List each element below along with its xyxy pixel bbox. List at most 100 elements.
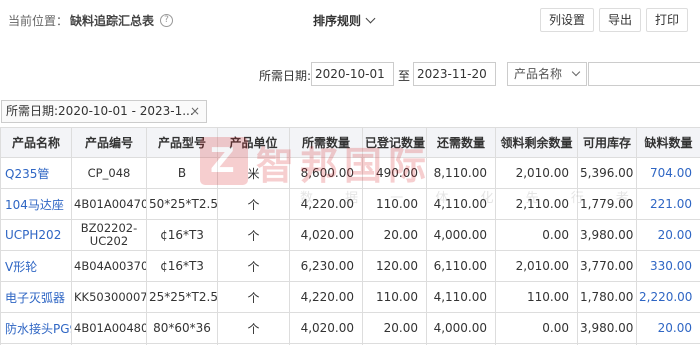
product-model: 80*60*36 <box>146 312 218 344</box>
picking-left-qty: 0.00 <box>495 219 578 251</box>
date-range-separator: 至 <box>398 69 411 83</box>
active-filter-text: 所需日期:2020-10-01 - 2023-1... <box>6 104 194 118</box>
product-unit: 个 <box>217 250 290 282</box>
registered-qty: 490.00 <box>362 157 427 189</box>
required-qty: 4,020.00 <box>289 219 363 251</box>
shortage-qty-link[interactable]: 704.00 <box>636 157 700 189</box>
remaining-qty: 4,110.00 <box>426 188 496 220</box>
table-row: UCPH202 BZ02202-UC202 ¢16*T3 个 4,020.00 … <box>0 219 700 251</box>
shortage-qty-link[interactable]: 2,220.00 <box>636 281 700 313</box>
remaining-qty: 4,000.00 <box>426 219 496 251</box>
product-model: B <box>146 157 218 189</box>
chevron-down-icon <box>365 13 376 24</box>
export-button[interactable]: 导出 <box>599 8 641 32</box>
column-header[interactable]: 产品型号 <box>146 127 218 158</box>
top-bar: 当前位置： 缺料追踪汇总表 ? 排序规则 列设置 导出 打印 <box>0 0 700 40</box>
remaining-qty: 4,110.00 <box>426 281 496 313</box>
chevron-down-icon <box>571 67 581 77</box>
breadcrumb: 当前位置： 缺料追踪汇总表 ? <box>8 12 174 29</box>
product-unit: 个 <box>217 312 290 344</box>
date-from-input[interactable]: 2020-10-01 <box>311 62 394 86</box>
table-row: 104马达座 4B01A00470N0 50*25*T2.5 个 4,220.0… <box>0 188 700 220</box>
product-unit: 个 <box>217 281 290 313</box>
column-header[interactable]: 所需数量 <box>289 127 363 158</box>
required-qty: 4,220.00 <box>289 188 363 220</box>
search-field-value: 产品名称 <box>514 67 563 81</box>
table-header-row: 产品名称 产品编号 产品型号 产品单位 所需数量 已登记数量 还需数量 领料剩余… <box>0 127 700 158</box>
product-name-link[interactable]: 防水接头PG9 <box>0 312 72 344</box>
available-stock: 3,980.00 <box>577 312 637 344</box>
product-model: ¢16*T3 <box>146 250 218 282</box>
column-header[interactable]: 产品名称 <box>0 127 72 158</box>
product-model: 25*25*T2.5 <box>146 281 218 313</box>
shortage-qty-link[interactable]: 330.00 <box>636 250 700 282</box>
registered-qty: 110.00 <box>362 281 427 313</box>
product-code: BZ02202-UC202 <box>71 219 147 251</box>
keyword-input[interactable] <box>588 62 700 86</box>
available-stock: 1,780.00 <box>577 281 637 313</box>
column-header[interactable]: 缺料数量 <box>636 127 700 158</box>
picking-left-qty: 2,010.00 <box>495 157 578 189</box>
date-filter-label: 所需日期: <box>259 69 312 83</box>
picking-left-qty: 110.00 <box>495 281 578 313</box>
print-button[interactable]: 打印 <box>646 8 688 32</box>
product-name-link[interactable]: UCPH202 <box>0 219 72 251</box>
product-name-link[interactable]: Q235管 <box>0 157 72 189</box>
shortage-summary-table: 产品名称 产品编号 产品型号 产品单位 所需数量 已登记数量 还需数量 领料剩余… <box>0 127 700 345</box>
help-icon[interactable]: ? <box>160 14 174 27</box>
picking-left-qty: 0.00 <box>495 312 578 344</box>
product-code: 4B01A00480N0 <box>71 312 147 344</box>
required-qty: 4,220.00 <box>289 281 363 313</box>
required-qty: 8,600.00 <box>289 157 363 189</box>
column-header[interactable]: 产品单位 <box>217 127 290 158</box>
available-stock: 3,980.00 <box>577 219 637 251</box>
column-header[interactable]: 产品编号 <box>71 127 147 158</box>
active-filter-chip: 所需日期:2020-10-01 - 2023-1... × <box>1 100 207 123</box>
picking-left-qty: 2,010.00 <box>495 250 578 282</box>
search-field-select[interactable]: 产品名称 <box>507 62 587 86</box>
registered-qty: 120.00 <box>362 250 427 282</box>
remaining-qty: 4,000.00 <box>426 312 496 344</box>
filter-bar: 所需日期: 2020-10-01 至 2023-11-20 产品名称 <box>0 62 700 86</box>
product-code: 4B04A00370U0 <box>71 250 147 282</box>
close-icon[interactable]: × <box>190 101 200 122</box>
page-title: 缺料追踪汇总表 <box>70 14 155 28</box>
product-unit: 个 <box>217 219 290 251</box>
sort-rules-label: 排序规则 <box>313 14 362 28</box>
product-name-link[interactable]: V形轮 <box>0 250 72 282</box>
required-qty: 6,230.00 <box>289 250 363 282</box>
table-row: Q235管 CP_048 B 米 8,600.00 490.00 8,110.0… <box>0 157 700 189</box>
product-model: 50*25*T2.5 <box>146 188 218 220</box>
column-header[interactable]: 还需数量 <box>426 127 496 158</box>
available-stock: 3,770.00 <box>577 250 637 282</box>
column-header[interactable]: 可用库存 <box>577 127 637 158</box>
product-unit: 米 <box>217 157 290 189</box>
product-unit: 个 <box>217 188 290 220</box>
product-model: ¢16*T3 <box>146 219 218 251</box>
table-row: 电子灭弧器 KK50300007N9 25*25*T2.5 个 4,220.00… <box>0 281 700 313</box>
column-header[interactable]: 领料剩余数量 <box>495 127 578 158</box>
breadcrumb-prefix: 当前位置： <box>8 14 69 28</box>
registered-qty: 20.00 <box>362 219 427 251</box>
table-row: V形轮 4B04A00370U0 ¢16*T3 个 6,230.00 120.0… <box>0 250 700 282</box>
shortage-qty-link[interactable]: 20.00 <box>636 312 700 344</box>
remaining-qty: 8,110.00 <box>426 157 496 189</box>
product-code: KK50300007N9 <box>71 281 147 313</box>
shortage-qty-link[interactable]: 221.00 <box>636 188 700 220</box>
product-name-link[interactable]: 电子灭弧器 <box>0 281 72 313</box>
column-header[interactable]: 已登记数量 <box>362 127 427 158</box>
picking-left-qty: 2,110.00 <box>495 188 578 220</box>
available-stock: 1,779.00 <box>577 188 637 220</box>
shortage-qty-link[interactable]: 20.00 <box>636 219 700 251</box>
date-to-input[interactable]: 2023-11-20 <box>413 62 496 86</box>
column-settings-button[interactable]: 列设置 <box>540 8 594 32</box>
registered-qty: 20.00 <box>362 312 427 344</box>
required-qty: 4,020.00 <box>289 312 363 344</box>
table-row: 防水接头PG9 4B01A00480N0 80*60*36 个 4,020.00… <box>0 312 700 344</box>
product-code: CP_048 <box>71 157 147 189</box>
product-code: 4B01A00470N0 <box>71 188 147 220</box>
product-name-link[interactable]: 104马达座 <box>0 188 72 220</box>
sort-rules-dropdown[interactable]: 排序规则 <box>313 12 376 29</box>
available-stock: 5,396.00 <box>577 157 637 189</box>
remaining-qty: 6,110.00 <box>426 250 496 282</box>
